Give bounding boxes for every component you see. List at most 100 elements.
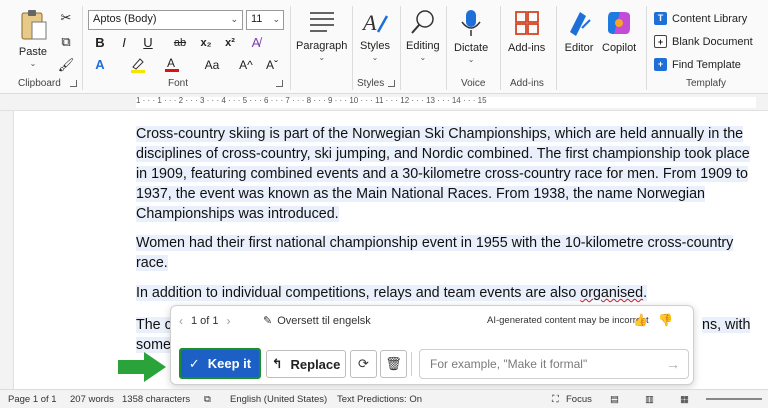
grow-font-button[interactable]: A^	[236, 55, 256, 75]
ai-rewrite-popup: ‹ 1 of 1 › ✎ Oversett til engelsk AI-gen…	[170, 305, 694, 385]
paragraph-3-text: In addition to individual competitions, …	[136, 285, 581, 301]
editing-button[interactable]: Editing ⌄	[406, 8, 440, 62]
paragraph-3[interactable]: In addition to individual competitions, …	[136, 283, 752, 303]
styles-group-label: Styles	[357, 78, 385, 89]
character-count[interactable]: 1358 characters	[122, 394, 190, 405]
styles-launcher-icon[interactable]	[388, 80, 395, 87]
divider	[411, 352, 412, 376]
editing-label: Editing	[406, 40, 440, 52]
cut-icon[interactable]: ✂	[56, 8, 76, 28]
refresh-icon: ⟳	[358, 356, 369, 371]
send-arrow-icon[interactable]: →	[666, 356, 680, 372]
italic-button[interactable]: I	[114, 33, 134, 53]
regenerate-button[interactable]: ⟳	[350, 350, 377, 378]
chevron-down-icon: ⌄	[230, 14, 238, 24]
replace-label: Replace	[290, 356, 341, 372]
keep-it-button[interactable]: ✓ Keep it	[179, 348, 261, 379]
editor-icon	[570, 12, 591, 36]
paragraph-4-right[interactable]: ns, with	[702, 315, 762, 335]
editor-button[interactable]: Editor	[564, 8, 594, 54]
font-size-select[interactable]: 11 ⌄	[246, 10, 284, 30]
strikethrough-button[interactable]: ab	[170, 33, 190, 53]
shrink-font-button[interactable]: Aˇ	[262, 55, 282, 75]
spelling-flagged-word[interactable]: organised	[580, 285, 643, 301]
zoom-slider[interactable]	[706, 398, 762, 400]
focus-mode-button[interactable]: Focus	[566, 394, 592, 405]
thumbs-down-icon[interactable]: 👎	[658, 313, 673, 327]
clear-formatting-icon[interactable]: A̸	[246, 33, 266, 53]
copilot-label: Copilot	[602, 42, 637, 54]
applied-action-label: Oversett til engelsk	[277, 314, 371, 327]
divider	[352, 6, 353, 90]
editor-label: Editor	[564, 42, 594, 54]
read-mode-icon[interactable]: ▤	[610, 394, 619, 405]
superscript-button[interactable]: x²	[220, 33, 240, 53]
addins-icon	[514, 11, 539, 35]
ribbon: Paste ⌄ ✂ ⧉ 🖌 Clipboard Aptos (Body) ⌄ 1…	[0, 0, 768, 94]
content-library-button[interactable]: T Content Library	[654, 12, 747, 25]
font-launcher-icon[interactable]	[276, 80, 283, 87]
font-size-value: 11	[251, 13, 263, 25]
chevron-down-icon: ⌄	[318, 53, 326, 62]
paragraph-5-left-text: some	[136, 337, 171, 353]
keep-it-label: Keep it	[207, 356, 252, 371]
suggestion-counter: 1 of 1	[191, 315, 219, 327]
green-arrow-icon	[118, 352, 166, 382]
thumbs-up-icon[interactable]: 👍	[633, 313, 648, 327]
bold-button[interactable]: B	[90, 33, 110, 53]
chevron-left-icon[interactable]: ‹	[179, 314, 183, 328]
change-case-button[interactable]: Aa	[198, 55, 226, 75]
word-count[interactable]: 207 words	[70, 394, 114, 405]
replace-button[interactable]: ↰ Replace	[266, 350, 346, 378]
paragraph-icon	[309, 12, 334, 32]
find-template-label: Find Template	[672, 58, 741, 71]
blank-document-button[interactable]: + Blank Document	[654, 35, 753, 48]
format-painter-icon[interactable]: 🖌	[56, 55, 76, 75]
font-color-icon[interactable]: A	[162, 55, 182, 75]
divider	[290, 6, 291, 90]
clipboard-icon	[21, 10, 47, 40]
font-family-value: Aptos (Body)	[93, 13, 157, 25]
paragraph-button[interactable]: Paragraph ⌄	[296, 8, 347, 62]
text-predictions[interactable]: Text Predictions: On	[337, 394, 422, 405]
replace-arrow-icon: ↰	[271, 356, 283, 371]
underline-button[interactable]: U	[138, 33, 158, 53]
divider	[82, 6, 83, 90]
paragraph-2-text: Women had their first national champions…	[136, 235, 734, 271]
horizontal-ruler[interactable]: 1 · · · 1 · · · 2 · · · 3 · · · 4 · · · …	[0, 94, 768, 111]
highlight-icon[interactable]	[128, 55, 148, 75]
clipboard-launcher-icon[interactable]	[70, 80, 77, 87]
paragraph-2[interactable]: Women had their first national champions…	[136, 233, 752, 273]
addins-button[interactable]: Add-ins	[508, 8, 545, 54]
styles-icon: A	[361, 10, 389, 35]
web-layout-icon[interactable]: ▦	[680, 394, 689, 405]
status-bar: Page 1 of 1 207 words 1358 characters ⧉ …	[0, 389, 768, 408]
dictate-button[interactable]: Dictate ⌄	[454, 8, 488, 64]
styles-label: Styles	[360, 40, 390, 52]
chevron-down-icon: ⌄	[272, 14, 280, 24]
discard-button[interactable]: 🗑	[380, 350, 407, 378]
find-template-button[interactable]: + Find Template	[654, 58, 741, 71]
copy-icon[interactable]: ⧉	[56, 32, 76, 52]
plus-icon: +	[654, 58, 667, 71]
language-indicator[interactable]: English (United States)	[230, 394, 327, 405]
suggestion-navigator: ‹ 1 of 1 ›	[179, 314, 231, 328]
paste-button[interactable]: Paste ⌄	[18, 8, 48, 68]
copilot-button[interactable]: Copilot	[602, 8, 636, 54]
chevron-right-icon[interactable]: ›	[227, 314, 231, 328]
vertical-ruler[interactable]	[0, 111, 14, 389]
page-count[interactable]: Page 1 of 1	[8, 394, 57, 405]
subscript-button[interactable]: x₂	[196, 33, 216, 53]
font-family-select[interactable]: Aptos (Body) ⌄	[88, 10, 243, 30]
proofing-icon[interactable]: ⧉	[204, 394, 211, 405]
plus-icon: +	[654, 35, 667, 48]
paste-label: Paste	[18, 46, 48, 58]
paragraph-1[interactable]: Cross-country skiing is part of the Norw…	[136, 124, 752, 224]
text-effects-icon[interactable]: A	[90, 55, 110, 75]
prompt-input[interactable]: For example, "Make it formal" →	[419, 349, 689, 379]
styles-button[interactable]: A Styles ⌄	[360, 8, 390, 62]
print-layout-icon[interactable]: ▥	[645, 394, 654, 405]
checkmark-icon: ✓	[188, 355, 200, 371]
paragraph-label: Paragraph	[296, 40, 348, 52]
addins-label: Add-ins	[508, 42, 546, 54]
